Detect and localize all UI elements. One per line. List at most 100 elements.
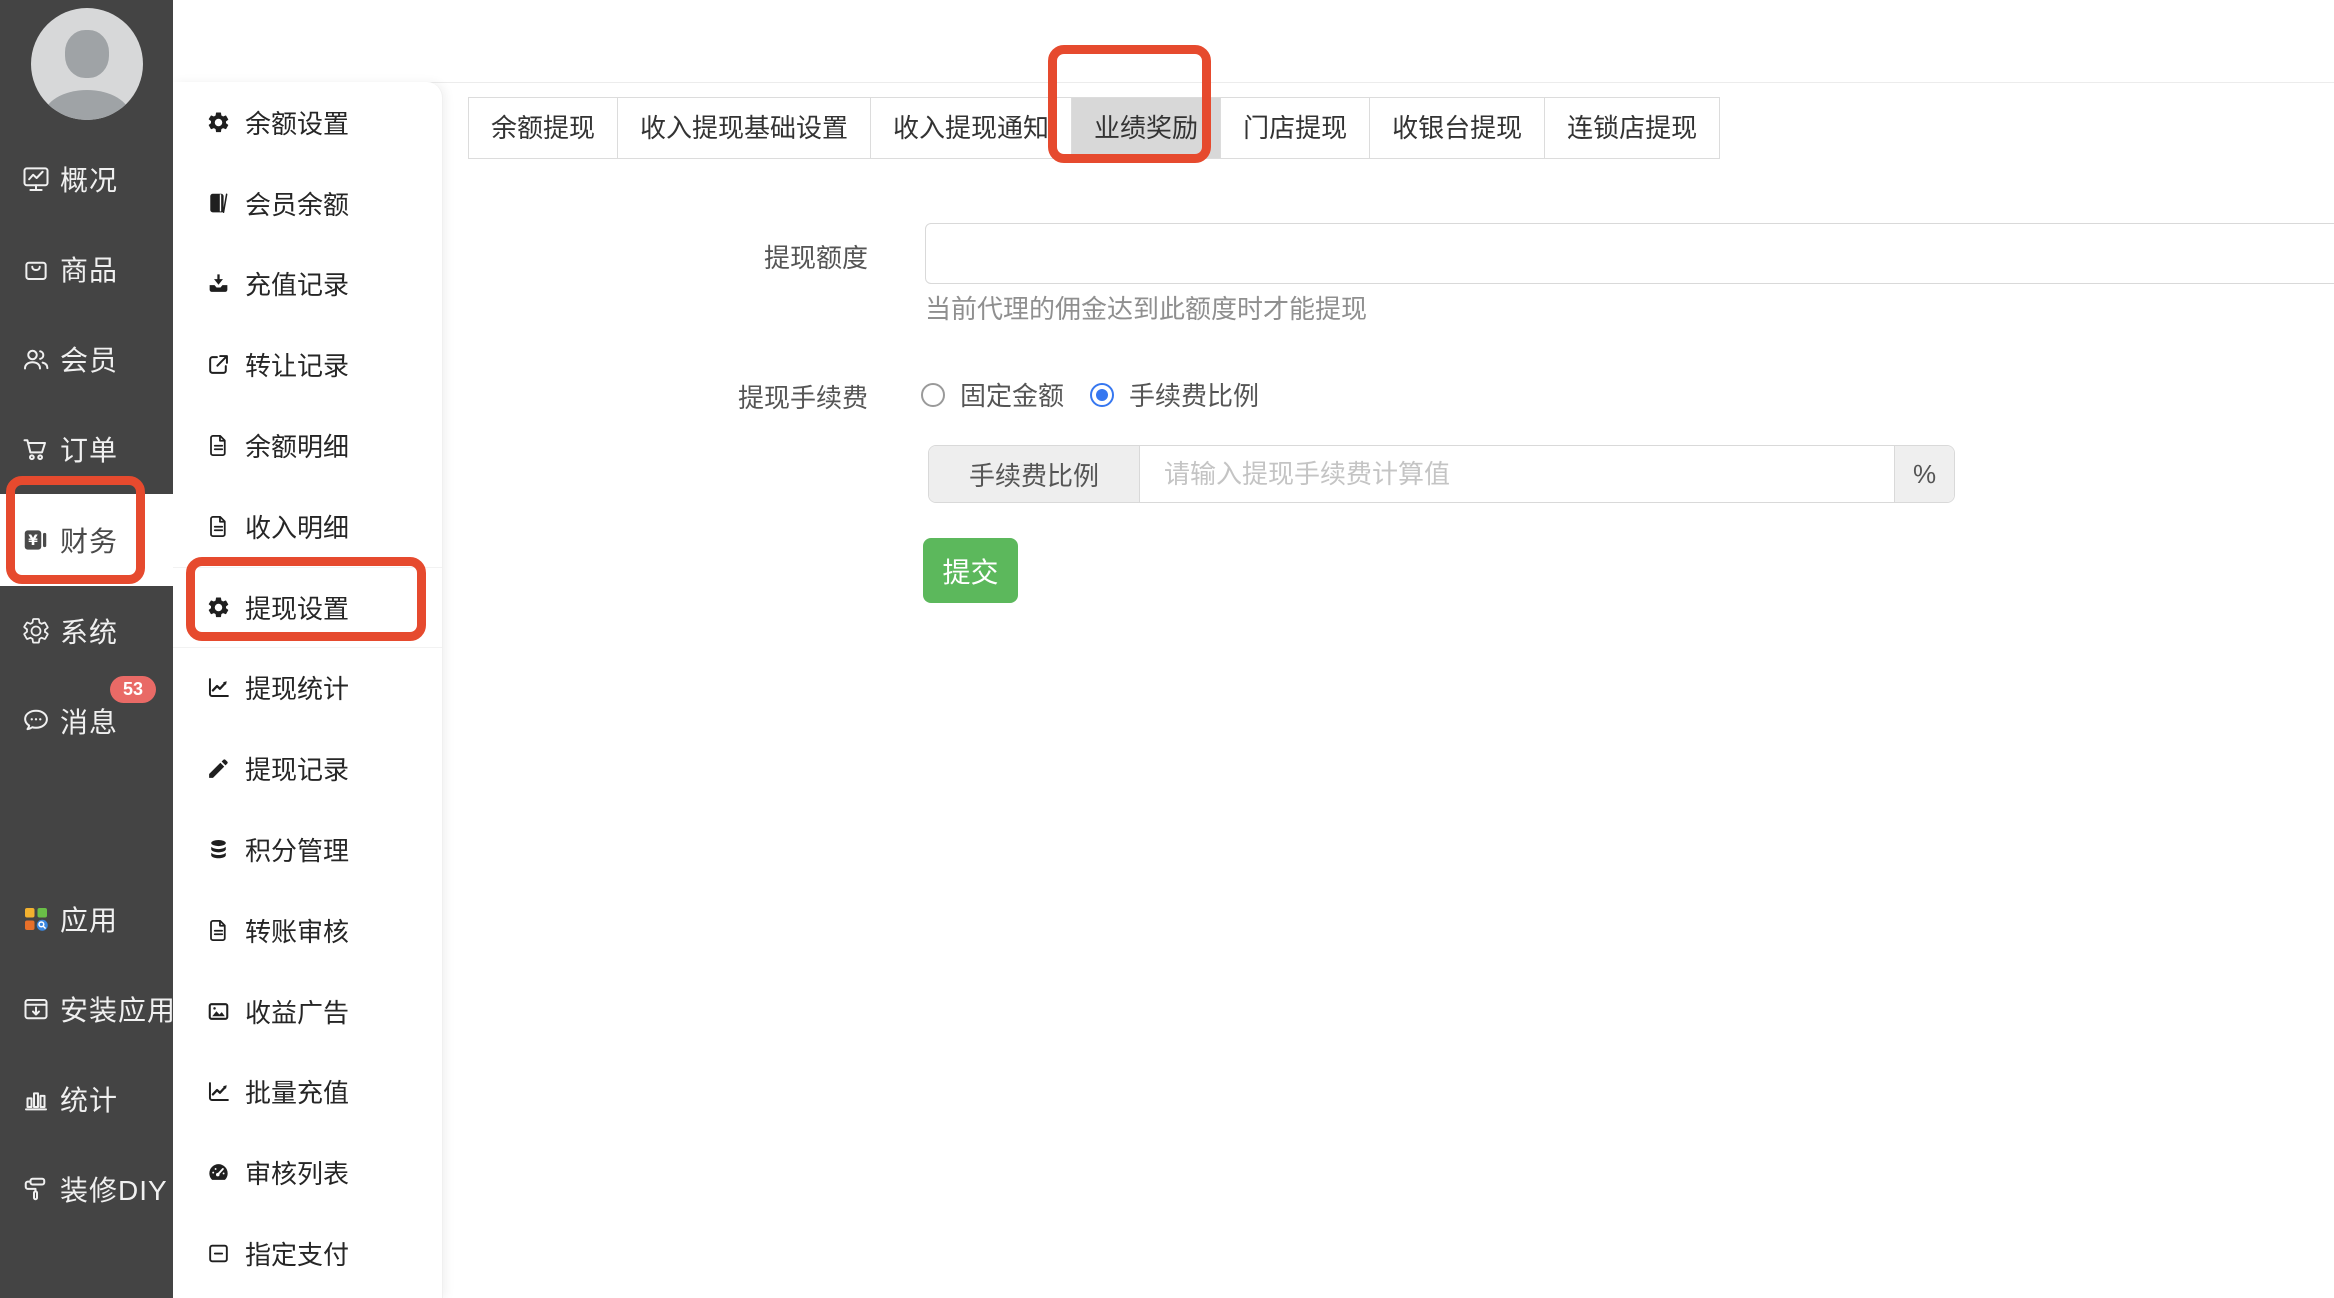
submenu-item[interactable]: 收益广告 [173, 971, 442, 1052]
goods-icon [21, 254, 51, 284]
sidebar-item-label: 消息 [60, 707, 119, 738]
submenu-item[interactable]: 批量充值 [173, 1052, 442, 1133]
submenu-item-label: 收入明细 [245, 512, 350, 543]
tab-3[interactable]: 业绩奖励 [1071, 98, 1221, 158]
sidebar-item-overview[interactable]: 概况 [0, 134, 173, 224]
tab-5[interactable]: 收银台提现 [1369, 98, 1545, 158]
sidebar-item-members[interactable]: 会员 [0, 314, 173, 404]
image-icon [206, 999, 231, 1024]
avatar-head-shape [64, 30, 109, 78]
avatar-shoulders-shape [43, 90, 130, 120]
sidebar-item-finance[interactable]: ¥ 财务 [0, 494, 173, 586]
unread-count-badge: 53 [110, 676, 156, 703]
submenu-item-label: 转让记录 [245, 351, 350, 382]
submenu-item-label: 批量充值 [245, 1078, 350, 1109]
external-link-icon [206, 352, 231, 377]
statistics-icon [21, 1084, 51, 1114]
fee-rate-addon-label: 手续费比例 [929, 446, 1140, 502]
sidebar-item-label: 会员 [60, 345, 119, 376]
members-icon [21, 344, 51, 374]
coins-icon [206, 837, 231, 862]
minus-square-icon [206, 1241, 231, 1266]
fee-type-radio-group: 固定金额 手续费比例 [921, 376, 1285, 413]
gear-icon [206, 110, 231, 135]
book-icon [206, 191, 231, 216]
fee-option-0[interactable]: 固定金额 [921, 376, 1064, 413]
submenu-item[interactable]: 余额明细 [173, 405, 442, 486]
fee-option-1[interactable]: 手续费比例 [1090, 376, 1259, 413]
tab-6[interactable]: 连锁店提现 [1544, 98, 1720, 158]
submenu-item-label: 余额设置 [245, 108, 350, 139]
sidebar-item-label: 安装应用 [60, 995, 177, 1026]
fee-rate-input[interactable] [1140, 446, 1894, 502]
sidebar-item-system[interactable]: 系统 [0, 586, 173, 676]
sidebar-item-label: 统计 [60, 1085, 119, 1116]
document-icon [206, 433, 231, 458]
tab-1[interactable]: 收入提现基础设置 [617, 98, 871, 158]
submit-button[interactable]: 提交 [923, 538, 1018, 603]
submenu-item[interactable]: 提现统计 [173, 648, 442, 729]
submenu-item[interactable]: 提现设置 [173, 566, 442, 648]
primary-sidebar: 概况 商品 会员 订单 ¥ 财务 系统 消息 53 应用 安装应用 统计 装修DIY [0, 0, 177, 1298]
sidebar-item-orders[interactable]: 订单 [0, 404, 173, 494]
quota-hint: 当前代理的佣金达到此额度时才能提现 [925, 294, 1368, 324]
submenu-item[interactable]: 收入明细 [173, 486, 442, 567]
submenu-item[interactable]: 提现记录 [173, 728, 442, 809]
submenu-item-label: 提现设置 [245, 593, 350, 624]
submenu-item-label: 指定支付 [245, 1240, 350, 1271]
system-icon [21, 616, 51, 646]
install-app-icon [21, 994, 51, 1024]
submenu-item[interactable]: 转让记录 [173, 324, 442, 405]
sidebar-item-label: 装修DIY [60, 1175, 168, 1206]
sidebar-item-label: 应用 [60, 905, 119, 936]
overview-icon [21, 164, 51, 194]
sidebar-item-label: 订单 [60, 435, 119, 466]
pencil-icon [206, 756, 231, 781]
orders-icon [21, 434, 51, 464]
chart-icon [206, 675, 231, 700]
finance-icon: ¥ [21, 525, 51, 555]
submenu-item[interactable]: 指定支付 [173, 1213, 442, 1294]
percent-suffix: % [1894, 446, 1954, 502]
tab-2[interactable]: 收入提现通知 [870, 98, 1072, 158]
radio-label: 固定金额 [960, 381, 1065, 411]
submenu-item-label: 会员余额 [245, 189, 350, 220]
radio-icon[interactable] [921, 382, 945, 407]
sidebar-item-install-app[interactable]: 安装应用 [0, 964, 177, 1054]
submenu-item[interactable]: 转账审核 [173, 890, 442, 971]
dashboard-icon [206, 1160, 231, 1185]
header-divider [173, 82, 2334, 83]
submenu-item[interactable]: 积分管理 [173, 809, 442, 890]
messages-icon [21, 706, 51, 736]
submenu-item-label: 提现记录 [245, 755, 350, 786]
radio-label: 手续费比例 [1129, 381, 1260, 411]
sidebar-item-statistics[interactable]: 统计 [0, 1054, 173, 1144]
tab-0[interactable]: 余额提现 [469, 98, 618, 158]
radio-icon[interactable] [1090, 382, 1115, 407]
fee-rate-input-group: 手续费比例 % [928, 445, 1955, 503]
sidebar-item-goods[interactable]: 商品 [0, 224, 173, 314]
submenu-item-label: 余额明细 [245, 432, 350, 463]
submenu-item[interactable]: 会员余额 [173, 163, 442, 244]
avatar[interactable] [30, 8, 143, 120]
submenu-item-label: 收益广告 [245, 997, 350, 1028]
document-icon [206, 918, 231, 943]
submenu-item[interactable]: 余额设置 [173, 82, 442, 163]
quota-input[interactable] [925, 223, 2334, 284]
app-root: 概况 商品 会员 订单 ¥ 财务 系统 消息 53 应用 安装应用 统计 装修DIY… [0, 0, 2334, 1298]
tab-4[interactable]: 门店提现 [1220, 98, 1370, 158]
download-icon [206, 271, 231, 296]
apps-icon [21, 904, 51, 934]
primary-nav: 概况 商品 会员 订单 ¥ 财务 系统 消息 53 应用 安装应用 统计 装修DIY [0, 134, 177, 1234]
sidebar-item-messages[interactable]: 消息 53 [0, 676, 173, 766]
gear-icon [206, 595, 231, 620]
submenu-item-label: 提现统计 [245, 674, 350, 705]
sidebar-item-label: 概况 [60, 165, 119, 196]
sidebar-item-decorate-diy[interactable]: 装修DIY [0, 1144, 173, 1234]
withdraw-tabbar: 余额提现 收入提现基础设置 收入提现通知 业绩奖励 门店提现 收银台提现 连锁店提现 [468, 97, 1721, 159]
submenu-item[interactable]: 充值记录 [173, 244, 442, 325]
submenu-item[interactable]: 审核列表 [173, 1132, 442, 1213]
sidebar-item-apps[interactable]: 应用 [0, 874, 173, 964]
decorate-diy-icon [21, 1174, 51, 1204]
finance-submenu: 余额设置 会员余额 充值记录 转让记录 余额明细 收入明细 提现设置 提现统计 … [173, 82, 442, 1294]
